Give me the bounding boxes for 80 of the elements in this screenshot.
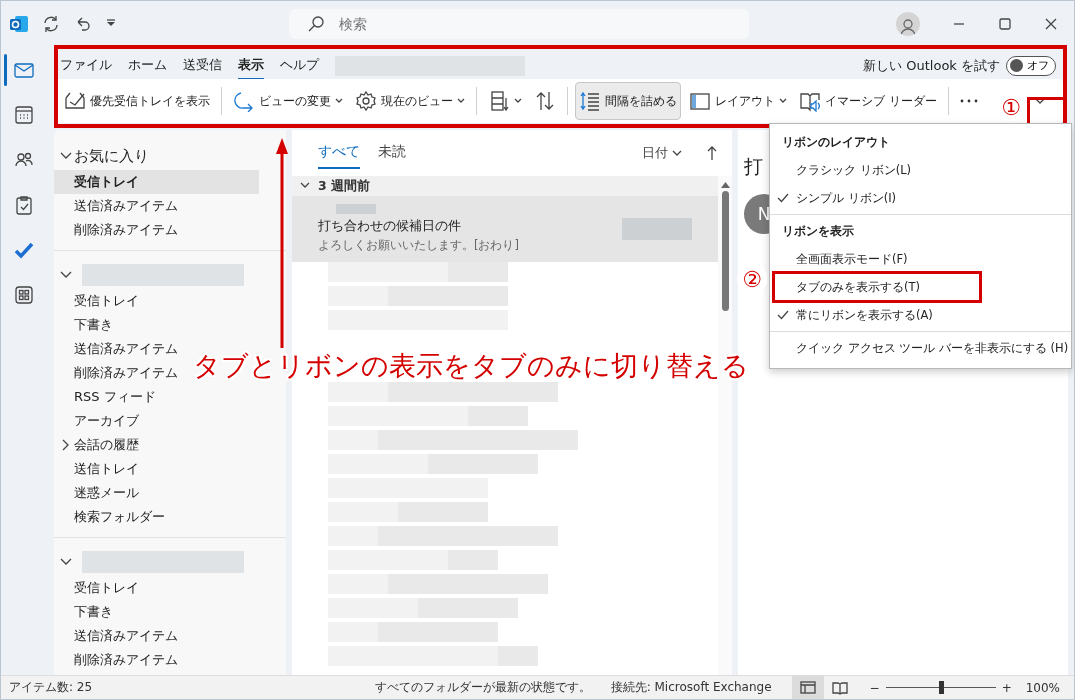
ribbon-tab[interactable]: ファイル (60, 51, 112, 80)
ribbon-button[interactable]: 間隔を詰める (575, 82, 681, 120)
chevron-down-icon (1034, 97, 1046, 105)
folder-item[interactable]: 下書き (54, 313, 119, 337)
ribbon-button[interactable]: イマーシブ リーダー (795, 82, 941, 120)
folder-item[interactable]: 受信トレイ (54, 170, 259, 194)
folder-item[interactable]: 削除済みアイテム (54, 218, 184, 242)
menu-item[interactable]: タブのみを表示する(T) (770, 273, 1071, 301)
sort-button[interactable]: 日付 (636, 143, 688, 163)
folder-item[interactable]: 送信トレイ (54, 457, 145, 481)
filter-tab[interactable]: すべて (318, 137, 360, 169)
calendar-icon (12, 104, 35, 126)
search-field[interactable]: 検索 (289, 8, 749, 39)
folder-item[interactable]: 送信済みアイテム (54, 624, 184, 648)
zoom-in-button[interactable]: + (1001, 680, 1012, 695)
sort-direction-icon[interactable] (706, 145, 718, 161)
profile-avatar-icon[interactable] (896, 11, 920, 36)
blurred-block (622, 218, 692, 240)
toggle-switch[interactable]: オフ (1006, 55, 1056, 76)
menu-item[interactable]: クラシック リボン(L) (770, 156, 1071, 184)
blurred-block (336, 204, 376, 214)
layout-panel-icon (689, 90, 711, 112)
menu-section-header: リボンのレイアウト (781, 133, 891, 151)
message-subject: 打ち合わせの候補日の件 (318, 218, 461, 235)
menu-item[interactable]: クイック アクセス ツール バーを非表示にする (H) (770, 334, 1071, 362)
line-spacing-icon (579, 90, 601, 112)
caret-icon (672, 149, 682, 157)
ribbon-tab[interactable]: ヘルプ (280, 51, 319, 80)
apps-grid-icon (12, 284, 35, 306)
sync-status: すべてのフォルダーが最新の状態です。 (374, 679, 591, 696)
reader-speaker-icon (799, 90, 821, 112)
annotation-caption: タブとリボンの表示をタブのみに切り替える (193, 349, 749, 383)
folder-item[interactable]: 削除済みアイテム (54, 648, 184, 672)
group-header-label: 3 週間前 (318, 177, 371, 195)
folder-item[interactable]: 迷惑メール (54, 481, 145, 505)
folder-item[interactable]: 削除済みアイテム (54, 361, 184, 385)
ribbon-button[interactable]: ビューの変更 (229, 82, 347, 120)
more-icon (959, 99, 978, 103)
folder-item[interactable]: 送信済みアイテム (54, 337, 184, 361)
curved-arrow-icon (233, 90, 255, 112)
scroll-thumb[interactable] (721, 191, 729, 311)
search-icon (307, 14, 325, 33)
folder-item[interactable]: アーカイブ (54, 409, 145, 433)
maximize-icon[interactable] (998, 16, 1012, 31)
filter-tab[interactable]: 未読 (378, 137, 406, 169)
ribbon-tab[interactable]: 送受信 (183, 51, 222, 80)
scroll-up-icon (720, 182, 730, 188)
gear-icon (355, 90, 377, 112)
close-icon[interactable] (1044, 16, 1058, 31)
inbox-check-icon (64, 90, 86, 112)
columns-icon (488, 90, 510, 112)
folder-item[interactable]: 受信トレイ (54, 576, 145, 600)
menu-item[interactable]: 全画面表示モード(F) (770, 245, 1071, 273)
ribbon-button[interactable]: 現在のビュー (351, 82, 469, 120)
folder-item[interactable]: 会話の履歴 (54, 433, 145, 457)
message-item[interactable]: 打ち合わせの候補日の件 よろしくお願いいたします。[おわり] (292, 196, 718, 262)
ribbon-button[interactable]: 優先受信トレイを表示 (60, 82, 214, 120)
folder-item[interactable]: 検索フォルダー (54, 505, 171, 529)
folder-item[interactable]: 受信トレイ (54, 289, 145, 313)
folder-item[interactable]: 下書き (54, 600, 119, 624)
folder-item[interactable]: 送信済みアイテム (54, 194, 184, 218)
folder-group-title[interactable]: お気に入り (74, 146, 149, 166)
sort-arrows-icon (534, 90, 556, 112)
item-count: アイテム数: 25 (9, 679, 93, 696)
reading-title: 打 (744, 154, 763, 179)
ribbon-tab[interactable]: ホーム (128, 51, 167, 80)
connection-status: 接続先: Microsoft Exchange (610, 679, 772, 696)
folder-item[interactable]: RSS フィード (54, 385, 162, 409)
menu-section-header: リボンを表示 (781, 222, 855, 240)
menu-item[interactable]: 常にリボンを表示する(A) (770, 301, 1071, 329)
app-logo-icon[interactable] (9, 13, 29, 34)
group-header[interactable]: 3 週間前 (292, 176, 718, 196)
zoom-out-button[interactable]: − (869, 680, 880, 695)
ribbon-button[interactable]: レイアウト (685, 82, 791, 120)
normal-view-icon[interactable] (799, 679, 816, 696)
sync-icon[interactable] (41, 13, 61, 34)
reading-view-icon[interactable] (831, 679, 848, 696)
try-new-label: 新しい Outlook を試す (863, 56, 1000, 75)
message-preview: よろしくお願いいたします。[おわり] (318, 238, 519, 253)
zoom-level: 100% (1025, 680, 1060, 695)
